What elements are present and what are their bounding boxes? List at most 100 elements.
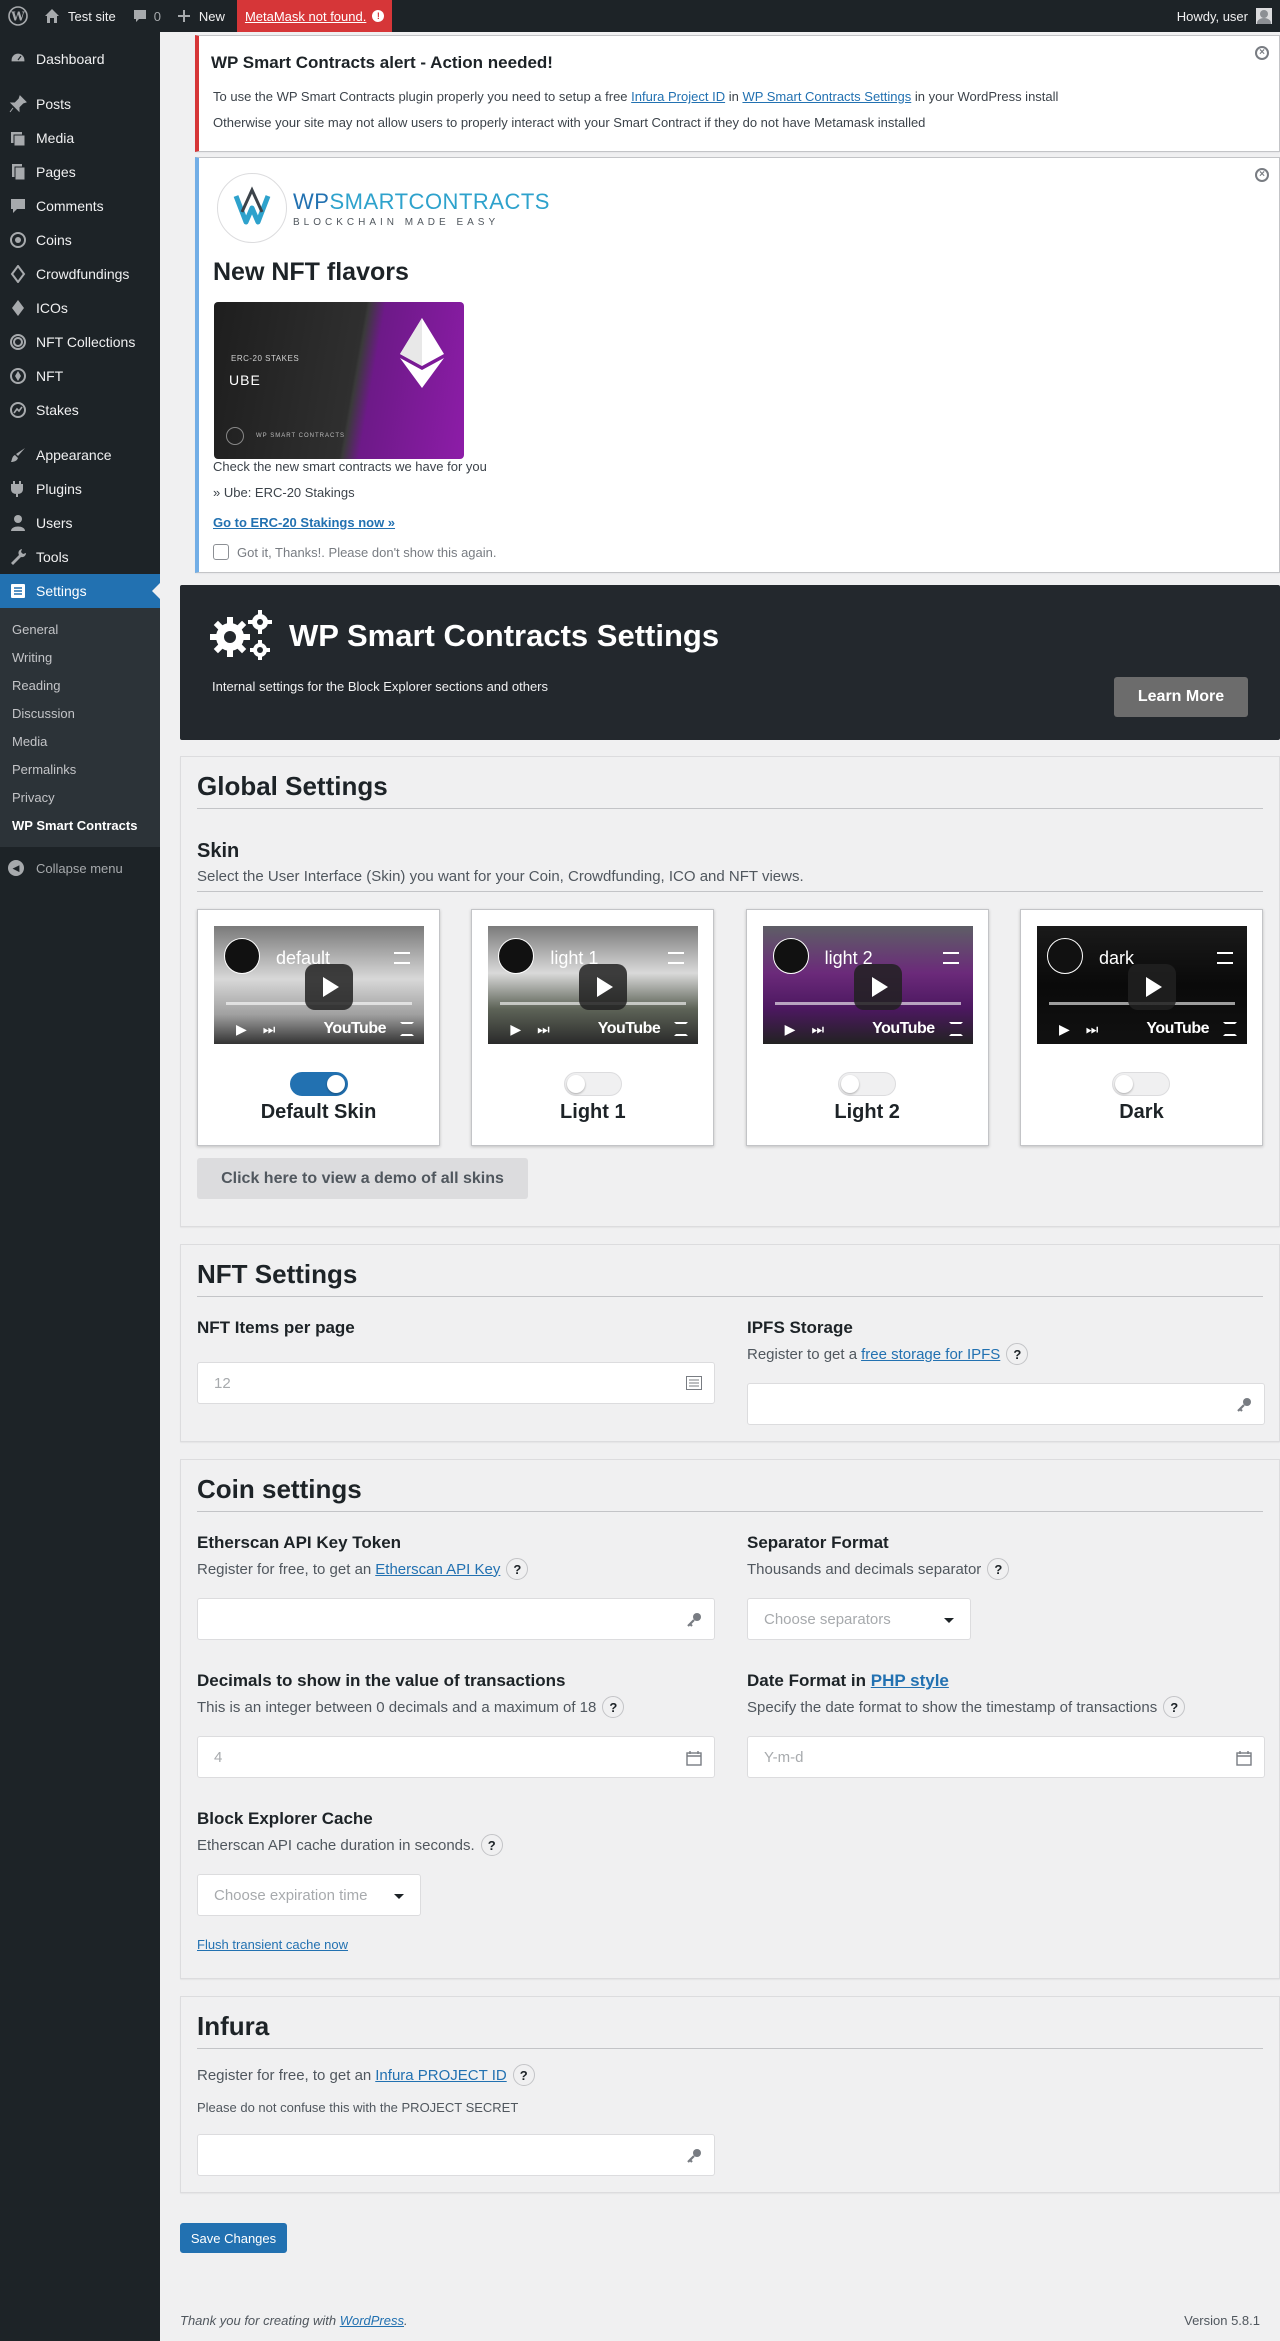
next-icon[interactable]: ⏭ (537, 1021, 550, 1038)
submenu-discussion[interactable]: Discussion (0, 699, 160, 727)
next-icon[interactable]: ⏭ (811, 1021, 824, 1038)
menu-stakes[interactable]: Stakes (0, 393, 160, 427)
play-icon[interactable] (1127, 964, 1176, 1010)
separator-select[interactable]: Choose separators (747, 1598, 971, 1640)
skin-toggle-light2[interactable] (838, 1072, 897, 1096)
skin-card-light2[interactable]: light 2 ▶ ⏭ YouTube Light 2 (745, 909, 989, 1146)
infura-project-id-link[interactable]: Infura PROJECT ID (375, 2067, 506, 2084)
menu-posts[interactable]: Posts (0, 87, 160, 121)
date-format-input[interactable]: Y-m-d (747, 1736, 1265, 1778)
erc20-stakings-link[interactable]: Go to ERC-20 Stakings now » (213, 515, 1267, 530)
help-icon[interactable]: ? (512, 2064, 535, 2086)
fullscreen-icon[interactable] (400, 1022, 414, 1036)
fullscreen-icon[interactable] (1222, 1022, 1237, 1036)
submenu-media[interactable]: Media (0, 727, 160, 755)
menu-label: Media (36, 130, 75, 146)
cache-expiration-select[interactable]: Choose expiration time (197, 1874, 421, 1916)
skin-video-light1[interactable]: light 1 ▶ ⏭ YouTube (488, 926, 699, 1044)
submenu-wp-smart-contracts[interactable]: WP Smart Contracts (0, 811, 160, 839)
my-account[interactable]: Howdy, user (1177, 8, 1280, 24)
site-name-link[interactable]: Test site (36, 0, 124, 32)
help-icon[interactable]: ? (506, 1558, 529, 1580)
learn-more-button[interactable]: Learn More (1114, 677, 1248, 717)
submenu-permalinks[interactable]: Permalinks (0, 755, 160, 783)
help-icon[interactable]: ? (480, 1834, 503, 1856)
collapse-menu-button[interactable]: ◀ Collapse menu (0, 851, 160, 885)
submenu-privacy[interactable]: Privacy (0, 783, 160, 811)
submenu-reading[interactable]: Reading (0, 671, 160, 699)
play-icon[interactable] (853, 964, 902, 1010)
ipfs-storage-link[interactable]: free storage for IPFS (861, 1346, 1000, 1363)
next-icon[interactable]: ⏭ (1086, 1021, 1099, 1038)
menu-pages[interactable]: Pages (0, 155, 160, 189)
infura-project-id-input[interactable] (197, 2134, 715, 2176)
php-style-link[interactable]: PHP style (871, 1671, 949, 1690)
menu-comments[interactable]: Comments (0, 189, 160, 223)
dismiss-icon[interactable]: × (1255, 168, 1269, 182)
skin-card-dark[interactable]: dark ▶ ⏭ YouTube Dark (1019, 909, 1263, 1146)
menu-nft[interactable]: NFT (0, 359, 160, 393)
submenu-general[interactable]: General (0, 615, 160, 643)
play-icon[interactable] (305, 964, 353, 1010)
skin-card-light1[interactable]: light 1 ▶ ⏭ YouTube Light 1 (471, 909, 715, 1146)
menu-appearance[interactable]: Appearance (0, 438, 160, 472)
view-skins-demo-button[interactable]: Click here to view a demo of all skins (197, 1158, 528, 1199)
menu-dashboard[interactable]: Dashboard (0, 42, 160, 76)
dismiss-icon[interactable]: × (1255, 46, 1269, 60)
menu-plugins[interactable]: Plugins (0, 472, 160, 506)
skin-video-light2[interactable]: light 2 ▶ ⏭ YouTube (762, 926, 973, 1044)
fullscreen-icon[interactable] (674, 1022, 689, 1036)
play-small-icon[interactable]: ▶ (510, 1021, 521, 1038)
skin-toggle-light1[interactable] (563, 1072, 622, 1096)
next-icon[interactable]: ⏭ (263, 1021, 276, 1038)
menu-icos[interactable]: ICOs (0, 291, 160, 325)
play-icon[interactable] (579, 964, 628, 1010)
youtube-logo[interactable]: YouTube (323, 1020, 386, 1038)
comments-link[interactable]: 0 (124, 0, 169, 32)
skin-video-default[interactable]: default ▶ ⏭ YouTube (214, 926, 424, 1044)
wordpress-link[interactable]: WordPress (340, 2313, 404, 2328)
submenu-writing[interactable]: Writing (0, 643, 160, 671)
help-icon[interactable]: ? (1006, 1343, 1029, 1365)
wordpress-logo-icon[interactable]: W (0, 0, 36, 32)
help-icon[interactable]: ? (987, 1558, 1010, 1580)
play-small-icon[interactable]: ▶ (236, 1021, 247, 1038)
help-icon[interactable]: ? (1163, 1696, 1186, 1718)
etherscan-api-link[interactable]: Etherscan API Key (375, 1561, 500, 1578)
menu-media[interactable]: Media (0, 121, 160, 155)
youtube-logo[interactable]: YouTube (872, 1020, 935, 1038)
metamask-warning[interactable]: MetaMask not found. ! (236, 0, 393, 32)
video-controls: ▶ ⏭ YouTube (488, 1014, 698, 1044)
menu-label: Comments (36, 198, 104, 214)
nft-items-input[interactable]: 12 (197, 1362, 715, 1404)
decimals-input[interactable]: 4 (197, 1736, 715, 1778)
skin-name: Default Skin (260, 1101, 377, 1123)
ipfs-key-input[interactable] (747, 1383, 1265, 1425)
menu-crowdfundings[interactable]: Crowdfundings (0, 257, 160, 291)
settings-link[interactable]: WP Smart Contracts Settings (742, 89, 911, 104)
menu-tools[interactable]: Tools (0, 540, 160, 574)
skin-toggle-dark[interactable] (1112, 1072, 1171, 1096)
menu-settings[interactable]: Settings (0, 574, 160, 608)
skin-toggle-default[interactable] (289, 1072, 348, 1096)
dont-show-checkbox[interactable] (213, 544, 229, 560)
play-small-icon[interactable]: ▶ (785, 1021, 796, 1038)
save-changes-button[interactable]: Save Changes (180, 2223, 287, 2253)
youtube-logo[interactable]: YouTube (598, 1020, 661, 1038)
dont-show-again[interactable]: Got it, Thanks!. Please don't show this … (213, 544, 1267, 560)
skin-card-default[interactable]: default ▶ ⏭ YouTube Default Skin (197, 909, 440, 1146)
skin-video-dark[interactable]: dark ▶ ⏭ YouTube (1036, 926, 1247, 1044)
help-icon[interactable]: ? (602, 1696, 625, 1718)
menu-coins[interactable]: Coins (0, 223, 160, 257)
youtube-logo[interactable]: YouTube (1146, 1020, 1209, 1038)
menu-users[interactable]: Users (0, 506, 160, 540)
play-small-icon[interactable]: ▶ (1059, 1021, 1070, 1038)
fullscreen-icon[interactable] (948, 1022, 963, 1036)
flush-cache-link[interactable]: Flush transient cache now (197, 1937, 348, 1952)
infura-project-link[interactable]: Infura Project ID (631, 89, 725, 104)
nft-settings-panel: NFT Settings NFT Items per page 12 IPFS … (180, 1244, 1280, 1442)
new-content-link[interactable]: New (169, 0, 233, 32)
desc-text: Register for free, to get an (197, 2066, 372, 2084)
etherscan-key-input[interactable] (197, 1598, 715, 1640)
menu-nft-collections[interactable]: NFT Collections (0, 325, 160, 359)
